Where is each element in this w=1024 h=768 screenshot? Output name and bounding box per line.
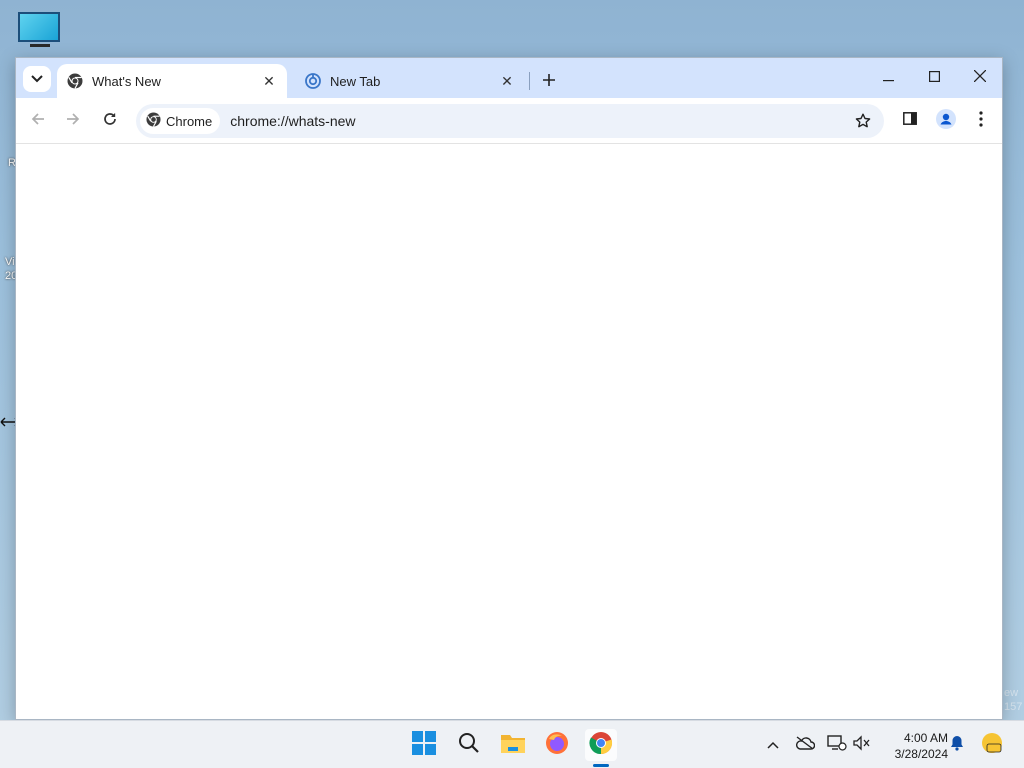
search-button[interactable] (453, 729, 485, 761)
plus-icon (543, 69, 555, 92)
tab-search-button[interactable] (23, 66, 51, 92)
monitor-icon (18, 12, 60, 42)
side-panel-button[interactable] (897, 108, 923, 134)
insider-badge-icon (981, 732, 1003, 759)
search-icon (458, 732, 480, 759)
onedrive-tray-button[interactable] (794, 734, 816, 756)
watermark-fragment: 157 (1004, 701, 1023, 713)
close-tab-icon[interactable]: ✕ (499, 73, 515, 89)
bookmark-star-icon[interactable] (848, 106, 878, 136)
close-icon (973, 69, 987, 87)
watermark-fragment: ew (1004, 687, 1019, 699)
file-explorer-button[interactable] (497, 729, 529, 761)
reload-button[interactable] (97, 108, 123, 134)
this-pc-desktop-icon[interactable] (18, 12, 62, 52)
maximize-icon (928, 69, 940, 87)
chrome-icon (67, 73, 83, 89)
cloud-offline-icon (795, 735, 816, 755)
menu-button[interactable] (968, 108, 994, 134)
address-bar[interactable]: Chrome chrome://whats-new (136, 104, 884, 138)
new-tab-button[interactable] (537, 68, 561, 92)
site-info-chip[interactable]: Chrome (140, 108, 221, 134)
new-tab-icon (305, 73, 321, 89)
taskbar: 4:00 AM 3/28/2024 (0, 720, 1024, 768)
tab-whats-new[interactable]: What's New ✕ (57, 64, 287, 98)
firefox-icon (545, 731, 569, 760)
side-panel-icon (903, 112, 917, 130)
minimize-button[interactable] (865, 64, 911, 92)
maximize-button[interactable] (911, 64, 957, 92)
tab-separator (529, 72, 530, 90)
chrome-icon (589, 731, 613, 760)
chevron-down-icon (31, 70, 43, 88)
close-window-button[interactable] (957, 64, 1003, 92)
active-app-indicator (593, 764, 609, 767)
monitor-stand (30, 44, 50, 47)
clock-time: 4:00 AM (903, 731, 948, 745)
reload-icon (103, 112, 117, 131)
file-explorer-icon (500, 732, 526, 759)
notifications-button[interactable] (946, 734, 968, 756)
volume-tray-button[interactable] (851, 734, 873, 756)
url-text[interactable]: chrome://whats-new (230, 113, 848, 129)
start-button[interactable] (408, 729, 440, 761)
speaker-muted-icon (853, 734, 871, 756)
page-content (16, 145, 1002, 719)
tab-new-tab[interactable]: New Tab ✕ (295, 64, 525, 98)
show-hidden-icons-button[interactable] (762, 734, 784, 756)
network-tray-button[interactable] (826, 734, 848, 756)
clock-date: 3/28/2024 (894, 747, 948, 761)
chrome-taskbar-button[interactable] (585, 729, 617, 761)
arrow-right-icon (66, 112, 80, 131)
chrome-icon (146, 112, 166, 130)
back-button[interactable] (25, 108, 51, 134)
system-clock[interactable]: 4:00 AM 3/28/2024 (878, 730, 948, 762)
windows-start-icon (412, 730, 436, 760)
tab-strip: What's New ✕ New Tab ✕ (16, 58, 1002, 98)
bell-icon (949, 735, 965, 756)
avatar-icon (936, 108, 956, 134)
arrow-left-icon (31, 112, 45, 131)
chrome-window: What's New ✕ New Tab ✕ Chrome chrome://w… (15, 57, 1003, 720)
chip-label: Chrome (166, 113, 213, 129)
insider-preview-button[interactable] (981, 732, 1003, 759)
desktop-label-fragment: Vi (5, 256, 15, 268)
profile-button[interactable] (933, 108, 959, 134)
chevron-up-icon (767, 736, 779, 754)
forward-button[interactable] (60, 108, 86, 134)
close-tab-icon[interactable]: ✕ (261, 73, 277, 89)
firefox-button[interactable] (541, 729, 573, 761)
tab-title: New Tab (330, 73, 381, 89)
browser-toolbar: Chrome chrome://whats-new (16, 98, 1002, 144)
tab-title: What's New (92, 73, 161, 89)
network-icon (827, 734, 847, 757)
minimize-icon (882, 69, 894, 87)
more-vertical-icon (979, 110, 983, 132)
